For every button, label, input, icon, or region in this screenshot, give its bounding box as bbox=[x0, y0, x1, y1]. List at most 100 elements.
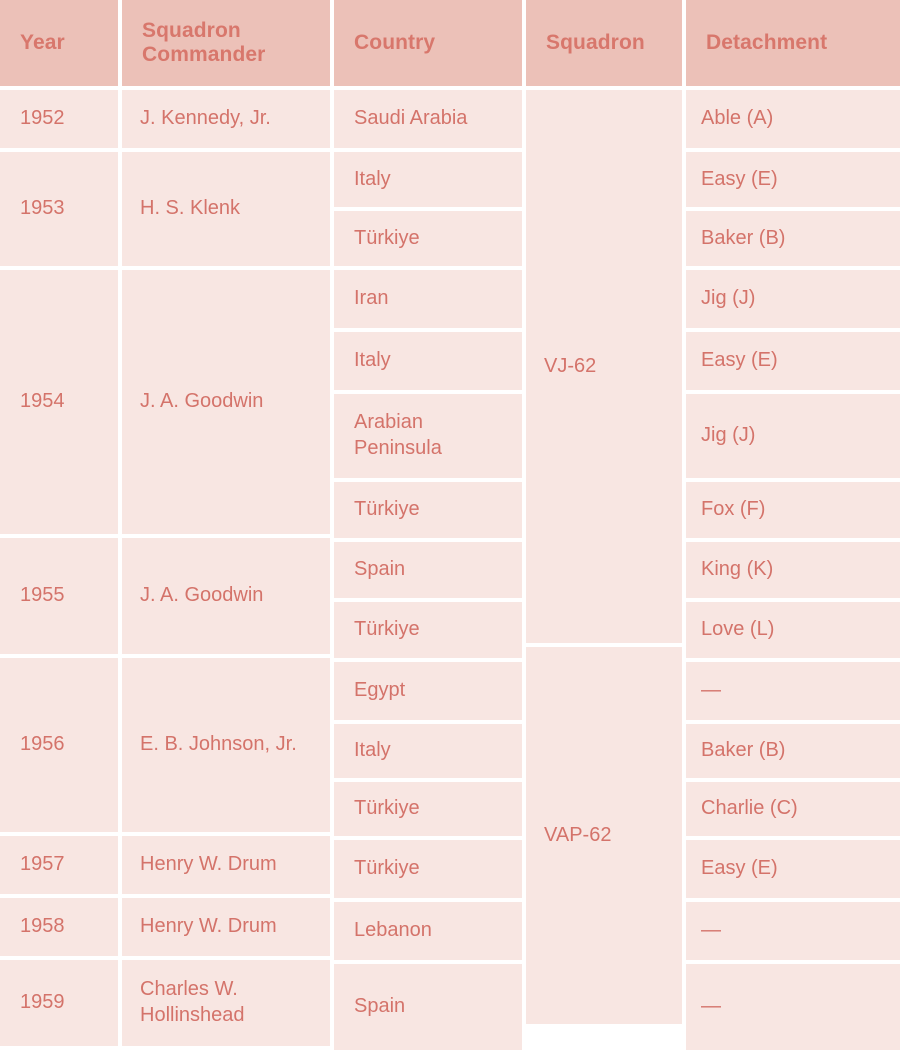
column-header-detachment: Detachment bbox=[686, 0, 900, 86]
cell-commander-text: H. S. Klenk bbox=[140, 197, 241, 220]
cell-detachment: Love (L) bbox=[686, 602, 900, 658]
cell-commander-text: Charles W. Hollinshead bbox=[140, 978, 245, 1026]
cell-commander: Henry W. Drum bbox=[122, 836, 330, 894]
cell-country-text: Spain bbox=[354, 995, 406, 1018]
cell-detachment: Baker (B) bbox=[686, 724, 900, 778]
cell-detachment-text: Love (L) bbox=[701, 618, 775, 641]
cell-detachment-text: Jig (J) bbox=[701, 287, 756, 310]
cell-year: 1958 bbox=[0, 898, 118, 956]
cell-detachment: Able (A) bbox=[686, 90, 900, 148]
cell-detachment: Charlie (C) bbox=[686, 782, 900, 836]
cell-detachment-text: Easy (E) bbox=[701, 167, 778, 190]
cell-year-text: 1956 bbox=[20, 733, 65, 756]
cell-year: 1955 bbox=[0, 538, 118, 654]
cell-commander: H. S. Klenk bbox=[122, 152, 330, 266]
cell-detachment-text: Jig (J) bbox=[701, 424, 756, 447]
cell-country-text: Italy bbox=[354, 349, 391, 372]
cell-country: Arabian Peninsula bbox=[334, 394, 522, 478]
cell-country-text: Türkiye bbox=[354, 498, 420, 521]
column-header-detachment-label: Detachment bbox=[706, 30, 828, 54]
cell-commander-text: Henry W. Drum bbox=[140, 853, 277, 876]
cell-country-text: Türkiye bbox=[354, 857, 420, 880]
cell-detachment: Fox (F) bbox=[686, 482, 900, 538]
cell-detachment-text: Easy (E) bbox=[701, 349, 778, 372]
cell-detachment: — bbox=[686, 662, 900, 720]
cell-country: Türkiye bbox=[334, 602, 522, 658]
cell-year: 1957 bbox=[0, 836, 118, 894]
cell-year-text: 1953 bbox=[20, 197, 65, 220]
cell-country: Spain bbox=[334, 964, 522, 1050]
cell-squadron: VJ-62 bbox=[526, 90, 682, 643]
cell-detachment-text: Charlie (C) bbox=[701, 797, 798, 820]
cell-year: 1959 bbox=[0, 960, 118, 1046]
cell-detachment-text: Able (A) bbox=[701, 107, 774, 130]
cell-commander-text: J. A. Goodwin bbox=[140, 584, 264, 607]
cell-detachment: Easy (E) bbox=[686, 152, 900, 207]
cell-country-text: Italy bbox=[354, 167, 391, 190]
column-header-squadron-label: Squadron bbox=[546, 30, 645, 54]
cell-detachment: Jig (J) bbox=[686, 394, 900, 478]
column-header-squadron-commander-line2: Commander bbox=[142, 43, 266, 66]
cell-detachment: — bbox=[686, 902, 900, 960]
cell-year-text: 1957 bbox=[20, 853, 65, 876]
cell-detachment: Baker (B) bbox=[686, 211, 900, 266]
cell-squadron-text: VAP-62 bbox=[544, 823, 612, 846]
cell-country-text: Egypt bbox=[354, 679, 406, 702]
cell-country: Egypt bbox=[334, 662, 522, 720]
column-header-country-label: Country bbox=[354, 30, 436, 54]
cell-commander: Henry W. Drum bbox=[122, 898, 330, 956]
cell-commander: J. A. Goodwin bbox=[122, 270, 330, 534]
cell-year-text: 1952 bbox=[20, 107, 65, 130]
cell-detachment-text: King (K) bbox=[701, 558, 774, 581]
cell-commander-text: E. B. Johnson, Jr. bbox=[140, 733, 297, 756]
cell-year: 1952 bbox=[0, 90, 118, 148]
cell-detachment-text: Fox (F) bbox=[701, 498, 766, 521]
cell-country: Türkiye bbox=[334, 840, 522, 898]
column-header-squadron-commander-line1: Squadron bbox=[142, 18, 241, 42]
cell-country: Italy bbox=[334, 152, 522, 207]
column-detachment: Able (A) Easy (E) Baker (B) Jig (J) Easy (E)… bbox=[686, 90, 900, 1050]
cell-detachment: Easy (E) bbox=[686, 332, 900, 390]
cell-country-text: Lebanon bbox=[354, 919, 432, 942]
cell-detachment-text: — bbox=[701, 919, 721, 942]
cell-year-text: 1955 bbox=[20, 584, 65, 607]
cell-detachment-text: Baker (B) bbox=[701, 739, 786, 762]
cell-country: Lebanon bbox=[334, 902, 522, 960]
cell-year: 1954 bbox=[0, 270, 118, 534]
squadron-detachment-table: Year Squadron Commander Country Squadron… bbox=[0, 0, 900, 1050]
column-country: Saudi Arabia Italy Türkiye Iran Italy Arabian… bbox=[334, 90, 522, 1050]
cell-country-text: Türkiye bbox=[354, 226, 420, 249]
cell-country: Saudi Arabia bbox=[334, 90, 522, 148]
cell-country: Türkiye bbox=[334, 782, 522, 836]
cell-country-text: Arabian Peninsula bbox=[354, 411, 442, 459]
cell-country-text: Türkiye bbox=[354, 618, 420, 641]
column-header-year-label: Year bbox=[20, 30, 65, 54]
cell-country: Türkiye bbox=[334, 482, 522, 538]
column-header-year: Year bbox=[0, 0, 118, 86]
cell-commander: J. A. Goodwin bbox=[122, 538, 330, 654]
cell-year-text: 1959 bbox=[20, 991, 65, 1014]
cell-country: Italy bbox=[334, 332, 522, 390]
cell-commander: Charles W. Hollinshead bbox=[122, 960, 330, 1046]
cell-country-text: Saudi Arabia bbox=[354, 107, 468, 130]
cell-country: Iran bbox=[334, 270, 522, 328]
cell-detachment-text: — bbox=[701, 995, 721, 1018]
cell-year: 1956 bbox=[0, 658, 118, 832]
cell-country-text: Spain bbox=[354, 558, 406, 581]
cell-detachment-text: Baker (B) bbox=[701, 226, 786, 249]
cell-country: Italy bbox=[334, 724, 522, 778]
column-commander: J. Kennedy, Jr. H. S. Klenk J. A. Goodwin J… bbox=[122, 90, 330, 1050]
cell-commander-text: J. A. Goodwin bbox=[140, 390, 264, 413]
cell-detachment: — bbox=[686, 964, 900, 1050]
table-header-row: Year Squadron Commander Country Squadron… bbox=[0, 0, 900, 86]
cell-country: Türkiye bbox=[334, 211, 522, 266]
cell-year: 1953 bbox=[0, 152, 118, 266]
cell-country-text: Türkiye bbox=[354, 797, 420, 820]
cell-country: Spain bbox=[334, 542, 522, 598]
cell-detachment: Jig (J) bbox=[686, 270, 900, 328]
cell-country-text: Italy bbox=[354, 739, 391, 762]
cell-detachment-text: Easy (E) bbox=[701, 857, 778, 880]
cell-commander-text: Henry W. Drum bbox=[140, 915, 277, 938]
cell-year-text: 1954 bbox=[20, 390, 65, 413]
table-body: 1952 1953 1954 1955 1956 1957 1958 1959 J. Kenn… bbox=[0, 90, 900, 1050]
